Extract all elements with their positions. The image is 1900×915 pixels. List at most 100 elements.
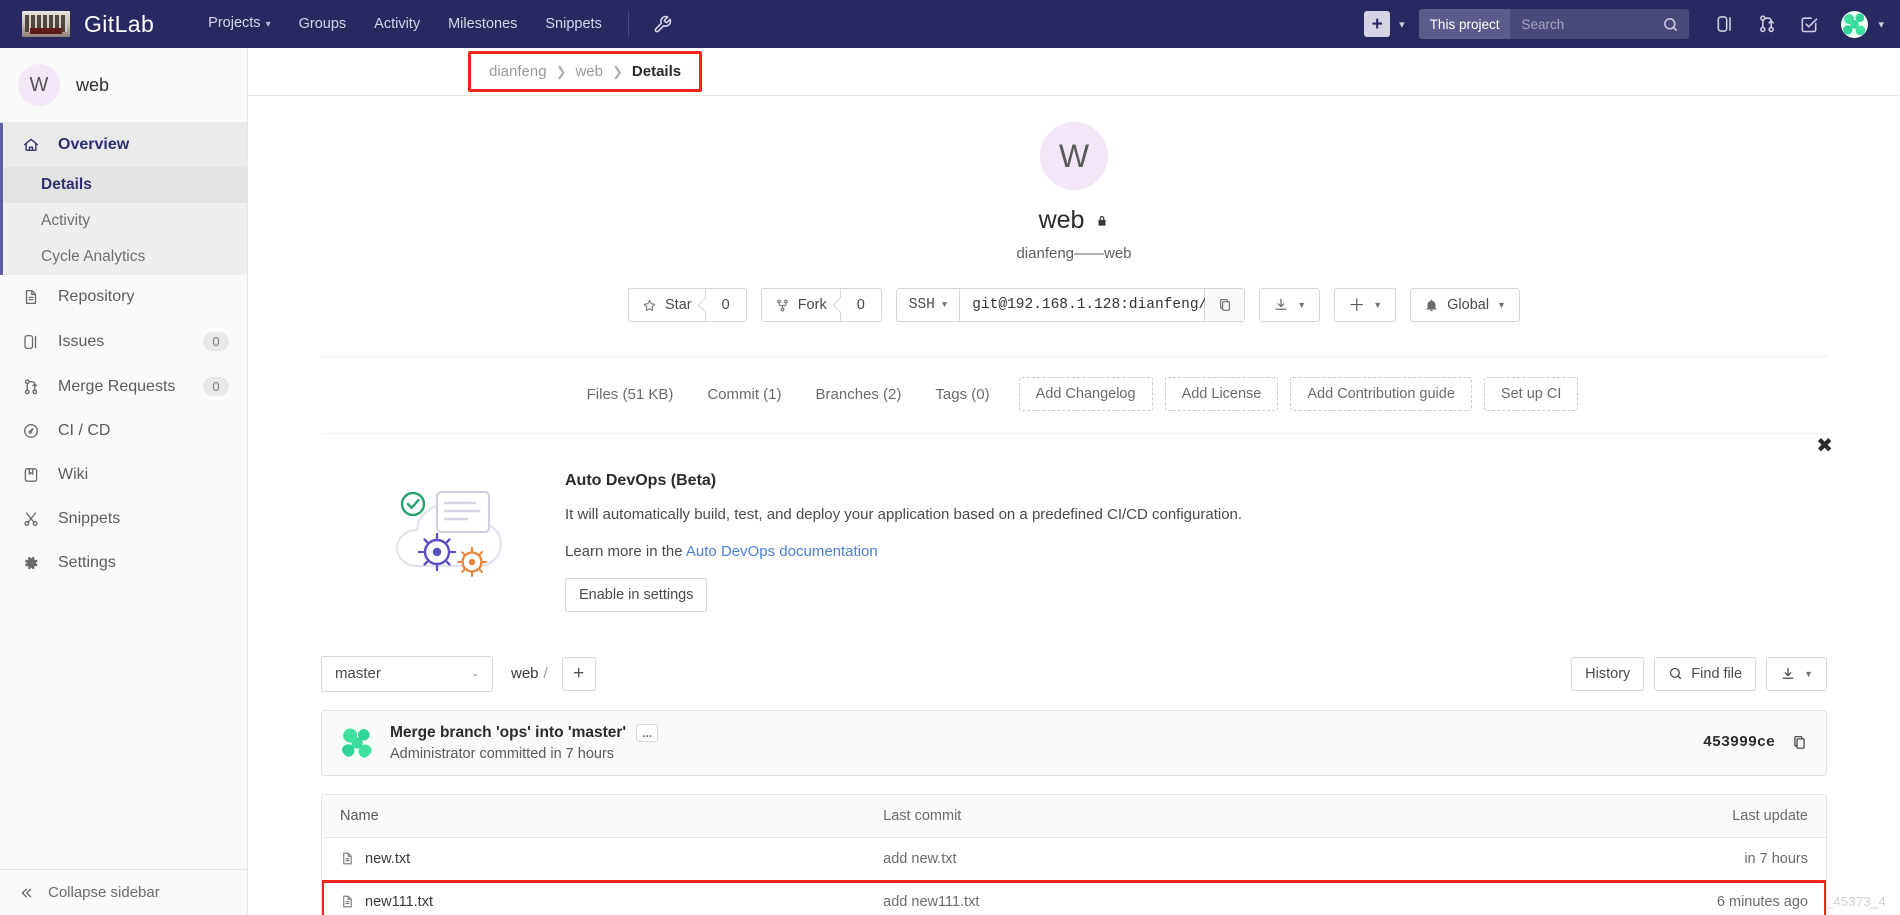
nav-link-activity[interactable]: Activity: [360, 0, 434, 48]
auto-devops-illustration: [321, 468, 521, 599]
breadcrumb-current[interactable]: Details: [632, 63, 681, 80]
collapse-sidebar-button[interactable]: Collapse sidebar: [0, 869, 247, 915]
main-content: dianfeng ❯ web ❯ Details W web dianfeng—…: [248, 48, 1900, 915]
gitlab-brand-text[interactable]: GitLab: [84, 11, 154, 38]
sidebar-item-ci-cd[interactable]: CI / CD: [0, 409, 247, 453]
fork-icon: [775, 298, 790, 313]
close-icon[interactable]: ✖: [1816, 436, 1833, 456]
sidebar-item-merge-requests-label: Merge Requests: [58, 377, 176, 395]
set-up-ci-button[interactable]: Set up CI: [1483, 377, 1579, 411]
star-group: Star 0: [628, 288, 747, 322]
stat-files[interactable]: Files (51 KB): [570, 386, 691, 403]
search-scope-this-project[interactable]: This project: [1418, 9, 1511, 39]
add-license-button[interactable]: Add License: [1164, 377, 1279, 411]
file-last-commit[interactable]: add new111.txt: [883, 894, 1544, 910]
sidebar-item-wiki[interactable]: Wiki: [0, 453, 247, 497]
new-item-plus-icon[interactable]: +: [1364, 11, 1391, 37]
add-new-button[interactable]: ＋ ▼: [1334, 288, 1397, 322]
file-icon: [21, 288, 41, 306]
file-last-update: 6 minutes ago: [1716, 893, 1808, 910]
fork-button[interactable]: Fork: [760, 288, 841, 322]
sidebar-item-snippets[interactable]: Snippets: [0, 497, 247, 541]
sidebar-subitem-activity[interactable]: Activity: [3, 203, 247, 239]
notification-label: Global: [1447, 297, 1490, 313]
commit-sha[interactable]: 453999ce: [1703, 734, 1775, 751]
enable-in-settings-button[interactable]: Enable in settings: [565, 577, 708, 612]
navbar-right-actions: + ▾ This project ▾: [1364, 4, 1886, 44]
notification-setting-button[interactable]: Global ▼: [1410, 288, 1520, 322]
commit-author-line: Administrator committed in 7 hours: [390, 745, 615, 762]
primary-nav-links: Projects ▾ Groups Activity Milestones Sni…: [194, 0, 684, 48]
download-button[interactable]: ▼: [1259, 288, 1321, 322]
table-row[interactable]: new.txt add new.txt in 7 hours: [322, 837, 1826, 881]
sidebar-item-issues[interactable]: Issues 0: [0, 319, 247, 364]
new-item-chevron-down-icon[interactable]: ▾: [1399, 18, 1405, 31]
nav-link-milestones[interactable]: Milestones: [434, 0, 531, 48]
sidebar-item-merge-requests-count: 0: [203, 377, 229, 396]
download-source-button[interactable]: ▼: [1766, 656, 1827, 691]
repo-path-root[interactable]: web: [511, 665, 539, 682]
file-name-cell: new.txt: [340, 851, 883, 867]
commit-expand-button[interactable]: ...: [636, 723, 659, 742]
search-input[interactable]: [1510, 9, 1661, 39]
user-avatar[interactable]: [1841, 10, 1869, 38]
sidebar-subitem-cycle-analytics[interactable]: Cycle Analytics: [3, 239, 247, 275]
gitlab-logo-image[interactable]: [22, 11, 70, 37]
sidebar-item-merge-requests[interactable]: Merge Requests 0: [0, 364, 247, 409]
file-last-commit[interactable]: add new.txt: [883, 851, 1544, 867]
issues-nav-icon[interactable]: [1705, 4, 1745, 44]
wrench-icon[interactable]: [641, 15, 684, 34]
file-name[interactable]: new111.txt: [365, 894, 433, 910]
file-name[interactable]: new.txt: [365, 851, 410, 867]
search-icon[interactable]: [1660, 16, 1689, 33]
auto-devops-body: Auto DevOps (Beta) It will automatically…: [565, 468, 1827, 612]
branch-selector[interactable]: master ⌄: [321, 655, 493, 692]
breadcrumb-group-link[interactable]: dianfeng: [489, 63, 547, 80]
find-file-button[interactable]: Find file: [1654, 656, 1757, 691]
sidebar-item-snippets-label: Snippets: [58, 510, 121, 527]
sidebar-item-overview[interactable]: Overview: [0, 123, 247, 167]
todos-nav-icon[interactable]: [1789, 4, 1829, 44]
commit-right-block: 453999ce: [1703, 734, 1808, 751]
add-changelog-button[interactable]: Add Changelog: [1018, 377, 1153, 411]
nav-link-groups[interactable]: Groups: [285, 0, 361, 48]
user-menu-chevron-down-icon[interactable]: ▾: [1878, 18, 1884, 31]
sidebar-item-overview-label: Overview: [58, 136, 130, 153]
merge-requests-nav-icon[interactable]: [1747, 4, 1787, 44]
find-file-label: Find file: [1691, 665, 1743, 682]
auto-devops-documentation-link[interactable]: Auto DevOps documentation: [686, 543, 878, 560]
copy-sha-icon[interactable]: [1791, 734, 1808, 751]
download-icon-source: [1780, 666, 1796, 682]
copy-url-button[interactable]: [1205, 288, 1246, 322]
project-avatar: W: [1040, 122, 1108, 190]
table-row[interactable]: new111.txt add new111.txt 6 minutes ago: [322, 879, 1826, 915]
add-to-tree-button[interactable]: +: [561, 656, 596, 691]
star-button[interactable]: Star: [628, 288, 706, 322]
sidebar-subitem-details[interactable]: Details: [3, 167, 247, 203]
fork-count[interactable]: 0: [840, 288, 882, 322]
star-count[interactable]: 0: [705, 288, 747, 322]
sidebar-item-issues-count: 0: [203, 332, 229, 351]
star-label: Star: [665, 297, 692, 313]
bell-icon: [1424, 298, 1439, 313]
clone-protocol-dropdown[interactable]: SSH ▼: [895, 288, 960, 322]
history-button[interactable]: History: [1571, 656, 1645, 691]
sidebar-project-header[interactable]: W web: [0, 48, 247, 123]
project-stats-row: Files (51 KB) Commit (1) Branches (2) Ta…: [321, 356, 1827, 411]
sidebar-item-settings[interactable]: Settings: [0, 541, 247, 585]
add-contribution-guide-button[interactable]: Add Contribution guide: [1290, 377, 1472, 411]
stat-commit[interactable]: Commit (1): [690, 386, 798, 403]
chevron-right-icon-2: ❯: [612, 63, 623, 79]
commit-message[interactable]: Merge branch 'ops' into 'master': [390, 724, 626, 742]
stat-branches[interactable]: Branches (2): [799, 386, 919, 403]
nav-link-projects[interactable]: Projects ▾: [194, 0, 284, 49]
clone-url-group: SSH ▼ git@192.168.1.128:dianfeng/web: [895, 288, 1246, 322]
breadcrumb-project-link[interactable]: web: [575, 63, 603, 80]
download-icon: [1273, 297, 1289, 313]
stat-tags[interactable]: Tags (0): [918, 386, 1006, 403]
sidebar-item-repository-label: Repository: [58, 288, 135, 305]
sidebar-item-repository[interactable]: Repository: [0, 275, 247, 319]
clone-url-input[interactable]: git@192.168.1.128:dianfeng/web: [959, 288, 1233, 322]
sidebar-item-issues-label: Issues: [58, 332, 105, 350]
nav-link-snippets[interactable]: Snippets: [531, 0, 615, 48]
